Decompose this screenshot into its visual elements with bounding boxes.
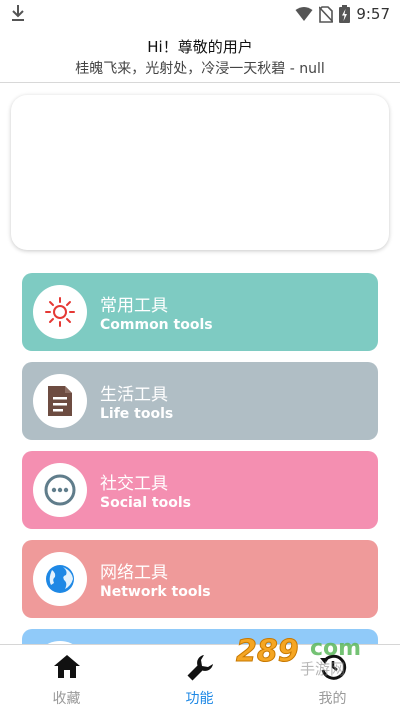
tool-title: 常用工具	[100, 296, 168, 316]
home-icon	[53, 655, 80, 678]
banner-card[interactable]	[11, 95, 389, 250]
tool-subtitle: Social tools	[100, 495, 191, 511]
tool-icon-circle	[33, 463, 87, 517]
tab-functions[interactable]: 功能	[133, 645, 266, 711]
tool-subtitle: Common tools	[100, 317, 213, 333]
chat-dots-icon	[44, 474, 76, 506]
tool-card-social[interactable]: 社交工具 Social tools	[22, 451, 378, 529]
tool-card-life[interactable]: 生活工具 Life tools	[22, 362, 378, 440]
document-icon	[48, 386, 72, 416]
tab-favorites[interactable]: 收藏	[0, 645, 133, 711]
tool-title: 生活工具	[100, 385, 168, 405]
bottom-tab-bar: 收藏 功能 我的	[0, 644, 400, 711]
download-icon	[12, 5, 24, 21]
greeting-header: Hi！尊敬的用户 桂魄飞来，光射处，冷浸一天秋碧 - null	[0, 36, 400, 79]
tool-card-common[interactable]: 常用工具 Common tools	[22, 273, 378, 351]
sun-icon	[45, 297, 75, 327]
header-divider	[0, 82, 400, 83]
history-icon	[319, 654, 346, 680]
tab-label: 我的	[318, 691, 347, 707]
globe-icon	[46, 565, 74, 593]
wrench-icon	[187, 655, 213, 681]
tool-icon-circle	[33, 374, 87, 428]
no-sim-icon	[319, 5, 334, 23]
tool-card-network[interactable]: 网络工具 Network tools	[22, 540, 378, 618]
status-bar: 9:57	[0, 0, 400, 30]
tab-label: 功能	[185, 691, 214, 707]
tool-icon-circle	[33, 552, 87, 606]
tab-label: 收藏	[52, 691, 81, 707]
tool-title: 社交工具	[100, 474, 168, 494]
tool-subtitle: Life tools	[100, 406, 174, 422]
status-time: 9:57	[356, 5, 390, 23]
tool-icon-circle	[33, 285, 87, 339]
poem-text: 桂魄飞来，光射处，冷浸一天秋碧 - null	[75, 61, 325, 77]
tool-subtitle: Network tools	[100, 584, 211, 600]
wifi-icon	[295, 7, 313, 21]
tool-title: 网络工具	[100, 563, 168, 583]
tab-mine[interactable]: 我的	[266, 645, 399, 711]
greeting-text: Hi！尊敬的用户	[147, 38, 253, 56]
battery-charging-icon	[339, 5, 351, 23]
